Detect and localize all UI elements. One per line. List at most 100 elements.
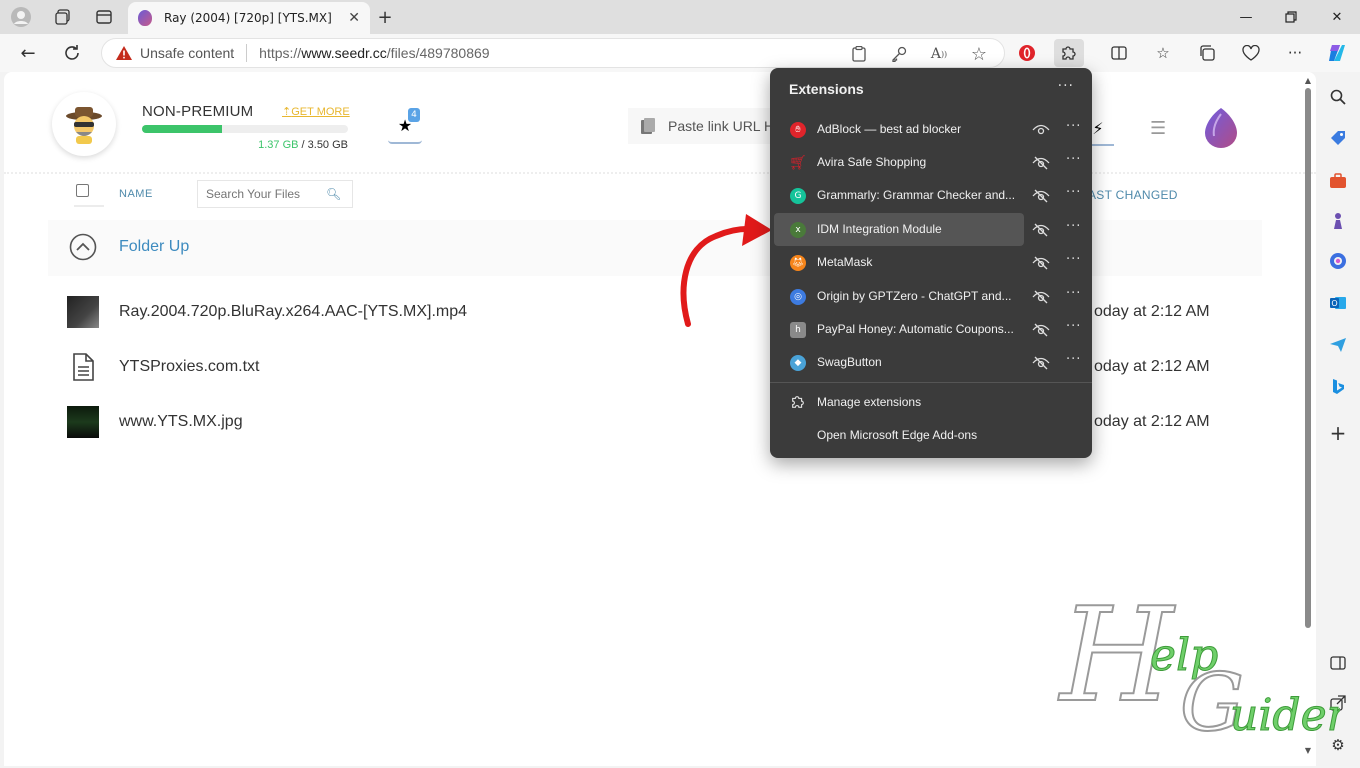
send-paper-plane-icon[interactable] [1327,334,1349,356]
extension-options-icon[interactable]: ··· [1066,119,1081,134]
warning-icon[interactable] [116,46,132,60]
tools-briefcase-icon[interactable] [1327,170,1349,192]
favorite-star-icon[interactable]: ☆ [968,43,990,65]
microsoft-365-icon[interactable] [1327,250,1349,272]
add-sidebar-app-icon[interactable]: + [1327,421,1349,445]
eye-hidden-icon[interactable] [1032,289,1050,305]
new-tab-icon[interactable]: + [374,5,396,29]
split-screen-icon[interactable] [1104,39,1134,67]
edge-addons-link[interactable]: Open Microsoft Edge Add-ons [817,428,977,442]
file-name[interactable]: www.YTS.MX.jpg [119,413,243,431]
chevron-up-icon[interactable] [66,230,100,264]
extension-name[interactable]: Avira Safe Shopping [817,155,926,169]
profile-icon[interactable] [8,5,34,29]
tab-actions-icon[interactable] [91,5,117,29]
adblock-icon: ✋︎ [790,122,806,138]
extensions-more-icon[interactable]: ··· [1058,78,1074,94]
extension-options-icon[interactable]: ··· [1066,185,1081,200]
extension-name[interactable]: AdBlock — best ad blocker [817,122,961,136]
manage-extensions-link[interactable]: Manage extensions [817,395,921,409]
manage-puzzle-icon [792,396,804,408]
collections-icon[interactable] [1192,39,1222,67]
extension-name[interactable]: SwagButton [817,355,882,369]
read-aloud-icon[interactable]: A)) [928,43,950,65]
extension-options-icon[interactable]: ··· [1066,319,1081,334]
name-column-header[interactable]: NAME [119,188,153,200]
select-all-checkbox[interactable] [76,184,89,197]
games-chess-icon[interactable] [1327,210,1349,232]
extension-name[interactable]: Origin by GPTZero - ChatGPT and... [817,289,1012,303]
eye-hidden-icon[interactable] [1032,255,1050,271]
extension-item-grammarly[interactable]: G Grammarly: Grammar Checker and... ··· [774,179,1088,212]
close-window-icon[interactable]: ✕ [1323,6,1351,28]
storage-usage-text: 1.37 GB / 3.50 GB [258,139,348,151]
menu-icon[interactable]: ☰ [1150,118,1166,139]
sidebar-search-icon[interactable] [1327,86,1349,108]
extension-options-icon[interactable]: ··· [1066,219,1081,234]
security-status[interactable]: Unsafe content [140,45,234,61]
extensions-popup: Extensions ··· ✋︎ AdBlock — best ad bloc… [770,68,1092,458]
settings-more-icon[interactable]: ··· [1280,39,1310,67]
extension-item-honey[interactable]: h PayPal Honey: Automatic Coupons... ··· [774,313,1088,346]
seedr-favicon-icon [138,10,152,26]
eye-icon[interactable] [1032,122,1050,138]
extension-options-icon[interactable]: ··· [1066,252,1081,267]
extension-name[interactable]: IDM Integration Module [817,222,942,236]
get-more-link[interactable]: ⇡GET MORE [282,105,350,118]
extension-name[interactable]: Grammarly: Grammar Checker and... [817,188,1015,202]
extension-item-avira[interactable]: 🛒︎ Avira Safe Shopping ··· [774,146,1088,179]
opera-vpn-icon[interactable] [1012,39,1042,67]
address-bar[interactable]: Unsafe content https://www.seedr.cc/file… [101,38,1005,68]
extension-name[interactable]: MetaMask [817,255,872,269]
bing-icon[interactable] [1327,376,1349,398]
browser-essentials-icon[interactable] [1236,39,1266,67]
url-text[interactable]: https://www.seedr.cc/files/489780869 [259,45,489,61]
plan-label: NON-PREMIUM [142,103,254,120]
eye-hidden-icon[interactable] [1032,188,1050,204]
extensions-divider [770,382,1092,383]
scroll-up-icon[interactable]: ▲ [1302,76,1314,86]
last-changed-column-header[interactable]: AST CHANGED [1088,188,1178,202]
extension-item-adblock[interactable]: ✋︎ AdBlock — best ad blocker ··· [774,113,1088,146]
file-search-field[interactable]: 🔍︎ [197,180,353,208]
favorites-icon[interactable]: ☆ [1148,39,1178,67]
folder-up-label[interactable]: Folder Up [119,238,189,256]
app-available-icon[interactable] [848,43,870,65]
refresh-icon[interactable] [58,41,86,65]
eye-hidden-icon[interactable] [1032,322,1050,338]
extension-item-metamask[interactable]: 🦊︎ MetaMask ··· [774,246,1088,279]
eye-hidden-icon[interactable] [1032,155,1050,171]
tab-active[interactable]: Ray (2004) [720p] [YTS.MX] ✕ [128,2,370,34]
extension-options-icon[interactable]: ··· [1066,352,1081,367]
minimize-icon[interactable]: — [1232,6,1260,28]
extension-item-idm[interactable]: x IDM Integration Module [774,213,1024,246]
file-search-input[interactable] [206,187,326,201]
extensions-puzzle-icon[interactable] [1054,39,1084,67]
shopping-tag-icon[interactable] [1327,127,1349,149]
extension-name[interactable]: PayPal Honey: Automatic Coupons... [817,322,1014,336]
eye-hidden-icon[interactable] [1032,355,1050,371]
outlook-icon[interactable]: O [1327,292,1349,314]
eye-hidden-icon[interactable] [1032,222,1050,238]
extension-item-swagbutton[interactable]: ◆ SwagButton ··· [774,346,1088,379]
password-key-icon[interactable] [888,43,910,65]
header-divider [4,172,1316,174]
extension-options-icon[interactable]: ··· [1066,286,1081,301]
address-divider [246,44,248,62]
extension-options-icon[interactable]: ··· [1066,152,1081,167]
paste-link-input[interactable]: Paste link URL H [628,108,778,144]
storage-progress-bar [142,125,348,133]
copilot-icon[interactable] [1322,39,1352,67]
file-name[interactable]: Ray.2004.720p.BluRay.x264.AAC-[YTS.MX].m… [119,303,467,321]
search-icon[interactable]: 🔍︎ [326,187,341,201]
seedr-logo-icon[interactable] [1202,106,1240,148]
file-name[interactable]: YTSProxies.com.txt [119,358,259,376]
close-tab-icon[interactable]: ✕ [348,10,360,26]
clipboard-icon [641,118,655,134]
user-avatar[interactable] [52,92,116,156]
extension-item-gptzero[interactable]: ◎ Origin by GPTZero - ChatGPT and... ··· [774,280,1088,313]
scroll-thumb[interactable] [1305,88,1311,628]
back-icon[interactable]: ← [14,41,42,65]
restore-icon[interactable] [1277,6,1305,28]
workspaces-icon[interactable] [50,5,76,29]
